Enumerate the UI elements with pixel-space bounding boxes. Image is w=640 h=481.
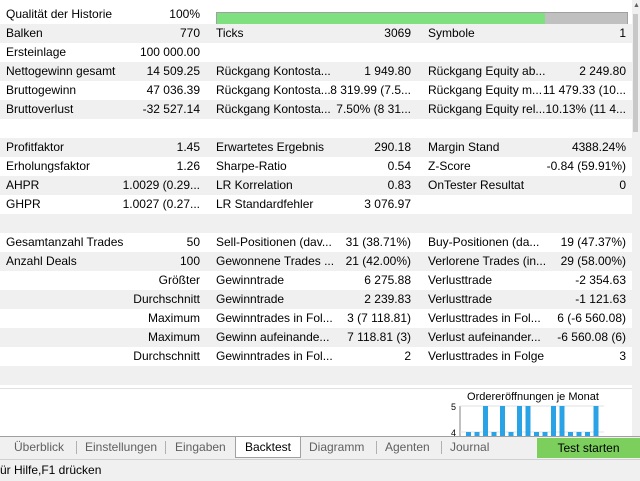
report-value: 6 (-6 560.08) <box>557 311 626 325</box>
orders-per-month-chart: Ordereröffnungen je Monat 5 4 <box>0 388 632 438</box>
report-value: -1 121.63 <box>575 292 626 306</box>
report-spacer-row <box>0 119 632 138</box>
report-row: Nettogewinn gesamt 14 509.25 Rückgang Kont… <box>0 62 632 81</box>
backtest-report: Qualität der Historie 100% Balken 770 Tick… <box>0 0 632 388</box>
report-row: Maximum Gewinntrades in Fol... 3 (7 118.81… <box>0 309 632 328</box>
tab-separator <box>441 441 442 454</box>
report-value: 3 (7 118.81) <box>347 311 411 325</box>
chart-bar <box>500 406 505 437</box>
chart-bar <box>483 406 488 437</box>
report-value: Durchschnitt <box>133 349 200 363</box>
report-value: 8 319.99 (7.5... <box>330 83 411 97</box>
report-value: 2 239.83 <box>364 292 411 306</box>
report-value: 1.45 <box>176 140 200 154</box>
report-value: 4388.24% <box>571 140 626 154</box>
report-value: Maximum <box>147 330 200 344</box>
report-row: Durchschnitt Gewinntrades in Fol... 2 Verlu… <box>0 347 632 366</box>
tab-einstellungen[interactable]: Einstellungen <box>85 437 157 457</box>
report-value: 290.18 <box>374 140 411 154</box>
tab-diagramm[interactable]: Diagramm <box>309 437 364 457</box>
tab-agenten[interactable]: Agenten <box>385 437 430 457</box>
tab-separator <box>165 441 166 454</box>
chart-bar <box>593 406 599 437</box>
report-row: Balken 770 Ticks 3069 Symbole 1 <box>0 24 632 43</box>
report-value: Größter <box>158 273 200 287</box>
tab-journal[interactable]: Journal <box>450 437 489 457</box>
report-row: Durchschnitt Gewinntrade 2 239.83 Verlusttr… <box>0 290 632 309</box>
report-value: 47 036.39 <box>146 83 200 97</box>
report-value: 7.50% (8 31... <box>336 102 411 116</box>
chart-bar <box>517 406 522 437</box>
report-row: Maximum Gewinn aufeinande... 7 118.81 (3) V… <box>0 328 632 347</box>
scrollbar-thumb[interactable] <box>633 14 638 132</box>
report-row: Erholungsfaktor 1.26 Sharpe-Ratio 0.54 Z-Sco… <box>0 157 632 176</box>
report-value: 3 <box>619 349 626 363</box>
report-value: -6 560.08 (6) <box>557 330 626 344</box>
report-value: Maximum <box>147 311 200 325</box>
tab-backtest[interactable]: Backtest <box>235 437 302 458</box>
status-bar: ür Hilfe,F1 drücken <box>0 459 640 481</box>
report-value: 7 118.81 (3) <box>347 330 411 344</box>
tab-ueberblick[interactable]: Überblick <box>14 437 64 457</box>
report-value: 3069 <box>384 26 411 40</box>
report-value: 21 (42.00%) <box>345 254 411 268</box>
report-value: 100 000.00 <box>139 45 200 59</box>
report-value: 19 (47.37%) <box>560 235 626 249</box>
report-row: AHPR 1.0029 (0.29... LR Korrelation 0.83 OnT… <box>0 176 632 195</box>
chart-bar <box>559 406 565 437</box>
report-row: GHPR 1.0027 (0.27... LR Standardfehler 3 07… <box>0 195 632 214</box>
orders-per-month-chart-svg: Ordereröffnungen je Monat 5 4 <box>451 391 604 438</box>
chart-bar <box>525 406 531 437</box>
report-value: 1.0029 (0.29... <box>122 178 200 192</box>
chart-y-tick-5: 5 <box>451 402 456 412</box>
report-value: 31 (38.71%) <box>345 235 411 249</box>
start-test-button[interactable]: Test starten <box>537 438 640 458</box>
report-value: 50 <box>186 235 200 249</box>
report-row: Bruttogewinn 47 036.39 Rückgang Kontosta..… <box>0 81 632 100</box>
tab-separator <box>376 441 377 454</box>
report-value: -32 527.14 <box>142 102 200 116</box>
report-value: 3 076.97 <box>364 197 411 211</box>
report-value: 0.83 <box>387 178 411 192</box>
scroll-up-arrow-icon[interactable]: ▲ <box>633 0 640 12</box>
tab-separator <box>76 441 77 454</box>
report-value: 11 479.33 (10... <box>542 83 626 97</box>
tab-eingaben[interactable]: Eingaben <box>175 437 226 457</box>
report-value: 14 509.25 <box>146 64 200 78</box>
chart-title: Ordereröffnungen je Monat <box>467 391 599 403</box>
report-value: 0.54 <box>387 159 411 173</box>
report-value: 0 <box>619 178 626 192</box>
history-quality-row: Qualität der Historie 100% <box>0 5 632 26</box>
report-row: Profitfaktor 1.45 Erwartetes Ergebnis 290.1… <box>0 138 632 157</box>
report-value: 2 249.80 <box>579 64 626 78</box>
report-row: Gesamtanzahl Trades 50 Sell-Positionen (da… <box>0 233 632 252</box>
report-value: 6 275.88 <box>364 273 411 287</box>
report-value: Durchschnitt <box>133 292 200 306</box>
report-row: Größter Gewinntrade 6 275.88 Verlusttrade -2… <box>0 271 632 290</box>
vertical-scrollbar[interactable]: ▲ <box>632 0 640 436</box>
report-row: Anzahl Deals 100 Gewonnene Trades ... 21 (4… <box>0 252 632 271</box>
report-row: Ersteinlage 100 000.00 <box>0 43 632 62</box>
report-spacer-row <box>0 214 632 233</box>
report-value: 1 949.80 <box>364 64 411 78</box>
report-value: 10.13% (11 4... <box>545 102 627 116</box>
report-value: 100 <box>179 254 200 268</box>
report-value: 1.0027 (0.27... <box>122 197 200 211</box>
tab-bar: Überblick Einstellungen Eingaben Backtes… <box>0 436 640 459</box>
report-value: 1 <box>619 26 626 40</box>
report-row: Bruttoverlust -32 527.14 Rückgang Kontosta… <box>0 100 632 119</box>
report-value: 770 <box>179 26 200 40</box>
report-value: 1.26 <box>176 159 200 173</box>
report-value: -0.84 (59.91%) <box>546 159 626 173</box>
history-quality-value: 100% <box>169 7 200 21</box>
report-value: -2 354.63 <box>575 273 626 287</box>
report-spacer-row <box>0 366 632 385</box>
status-text: ür Hilfe,F1 drücken <box>0 463 102 477</box>
chart-bar <box>551 406 556 437</box>
report-value: 29 (58.00%) <box>560 254 626 268</box>
report-value: 2 <box>404 349 411 363</box>
